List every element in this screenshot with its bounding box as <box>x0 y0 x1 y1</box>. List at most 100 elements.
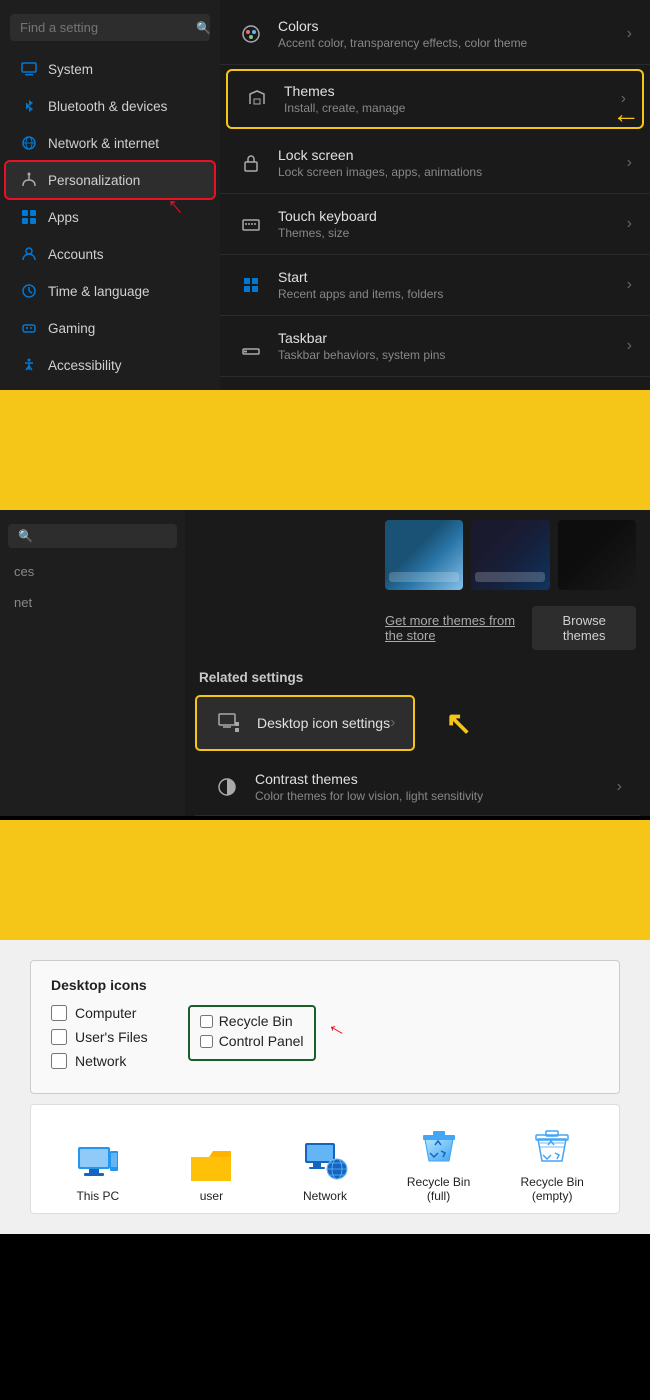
search-icon: 🔍 <box>196 21 211 35</box>
sidebar-item-label-system: System <box>48 62 93 77</box>
store-link-text[interactable]: Get more themes from the store <box>385 613 532 643</box>
sidebar-item-network[interactable]: Network & internet <box>6 125 214 161</box>
contrast-themes-title: Contrast themes <box>255 771 483 787</box>
browse-themes-button[interactable]: Browse themes <box>532 606 636 650</box>
settings-item-lockscreen[interactable]: Lock screen Lock screen images, apps, an… <box>220 133 650 194</box>
icon-recycle-full: Recycle Bin(full) <box>399 1125 479 1203</box>
sidebar-item-accessibility[interactable]: Accessibility <box>6 347 214 383</box>
time-icon <box>20 282 38 300</box>
apps-icon <box>20 208 38 226</box>
touchkb-icon <box>238 211 264 237</box>
recycle-group-wrapper: Recycle Bin Control Panel → <box>178 1005 346 1061</box>
sidebar-item-label-accounts: Accounts <box>48 247 104 262</box>
settings-item-lockscreen-text: Lock screen Lock screen images, apps, an… <box>278 147 627 179</box>
start-title: Start <box>278 269 627 285</box>
touchkb-desc: Themes, size <box>278 226 627 240</box>
icon-this-pc-label: This PC <box>76 1189 119 1203</box>
sidebar-item-label-bluetooth: Bluetooth & devices <box>48 99 167 114</box>
checkbox-recycle-bin-input[interactable] <box>200 1015 213 1028</box>
settings-item-fonts[interactable]: Aa Fonts › <box>220 377 650 390</box>
icon-preview-row: This PC user <box>30 1104 620 1214</box>
taskbar-title: Taskbar <box>278 330 627 346</box>
yellow-divider-2 <box>0 820 650 940</box>
start-icon <box>238 272 264 298</box>
checkbox-user-files-input[interactable] <box>51 1029 67 1045</box>
sidebar-item-label-time: Time & language <box>48 284 150 299</box>
contrast-icon <box>213 773 241 801</box>
colors-desc: Accent color, transparency effects, colo… <box>278 36 627 50</box>
lockscreen-icon <box>238 150 264 176</box>
checkbox-computer-input[interactable] <box>51 1005 67 1021</box>
settings-item-start[interactable]: Start Recent apps and items, folders › <box>220 255 650 316</box>
checkbox-recycle-bin[interactable]: Recycle Bin <box>200 1013 304 1029</box>
sidebar-item-label-apps: Apps <box>48 210 79 225</box>
desktop-icons-dialog: Desktop icons Computer User's Files Netw… <box>30 960 620 1094</box>
yellow-arrow-desktop-icon: ↖ <box>445 704 472 742</box>
sidebar-item-system[interactable]: System <box>6 51 214 87</box>
sidebar-item-gaming[interactable]: Gaming <box>6 310 214 346</box>
theme-thumbnail-1[interactable] <box>385 520 463 590</box>
icon-recycle-empty: Recycle Bin(empty) <box>512 1125 592 1203</box>
store-link-row: Get more themes from the store Browse th… <box>185 600 650 660</box>
desktop-icons-title: Desktop icons <box>51 977 599 993</box>
sidebar-item-label-gaming: Gaming <box>48 321 95 336</box>
partial-search[interactable]: 🔍 <box>8 524 177 548</box>
search-input[interactable] <box>20 20 196 35</box>
sidebar-item-privacy[interactable]: Privacy & security <box>6 384 214 390</box>
checkbox-control-panel-input[interactable] <box>200 1035 213 1048</box>
checkbox-network-input[interactable] <box>51 1053 67 1069</box>
settings-item-start-text: Start Recent apps and items, folders <box>278 269 627 301</box>
accessibility-icon <box>20 356 38 374</box>
checkbox-user-files[interactable]: User's Files <box>51 1029 148 1045</box>
settings-item-colors[interactable]: Colors Accent color, transparency effect… <box>220 4 650 65</box>
contrast-themes-item[interactable]: Contrast themes Color themes for low vis… <box>195 759 640 816</box>
theme-thumbnail-2[interactable] <box>471 520 549 590</box>
search-bar[interactable]: 🔍 <box>10 14 210 41</box>
sidebar-partial: 🔍 ces net <box>0 510 185 816</box>
settings-item-themes[interactable]: Themes Install, create, manage › <box>226 69 644 129</box>
checkbox-network[interactable]: Network <box>51 1053 148 1069</box>
settings-item-touchkb[interactable]: Touch keyboard Themes, size › <box>220 194 650 255</box>
lockscreen-desc: Lock screen images, apps, animations <box>278 165 627 179</box>
icon-recycle-full-label: Recycle Bin(full) <box>407 1175 470 1203</box>
personalization-icon <box>20 171 38 189</box>
settings-item-touchkb-text: Touch keyboard Themes, size <box>278 208 627 240</box>
chevron-taskbar-icon: › <box>627 337 632 355</box>
icon-network: Network <box>285 1139 365 1203</box>
chevron-lockscreen-icon: › <box>627 154 632 172</box>
themes-icon <box>244 86 270 112</box>
sidebar-item-personalization[interactable]: Personalization <box>6 162 214 198</box>
desktop-icon-settings-item[interactable]: Desktop icon settings › <box>195 695 415 751</box>
settings-item-taskbar[interactable]: Taskbar Taskbar behaviors, system pins › <box>220 316 650 377</box>
chevron-start-icon: › <box>627 276 632 294</box>
left-checkboxes: Computer User's Files Network <box>51 1005 148 1077</box>
bluetooth-icon <box>20 97 38 115</box>
checkbox-control-panel[interactable]: Control Panel <box>200 1033 304 1049</box>
icon-network-label: Network <box>303 1189 347 1203</box>
sidebar-item-time[interactable]: Time & language <box>6 273 214 309</box>
theme-thumbnail-3[interactable] <box>558 520 636 590</box>
desktop-icons-section: Desktop icons Computer User's Files Netw… <box>0 940 650 1234</box>
colors-title: Colors <box>278 18 627 34</box>
checkbox-computer[interactable]: Computer <box>51 1005 148 1021</box>
contrast-themes-text: Contrast themes Color themes for low vis… <box>255 771 483 803</box>
sidebar-item-accounts[interactable]: Accounts <box>6 236 214 272</box>
gaming-icon <box>20 319 38 337</box>
checkbox-network-label: Network <box>75 1053 126 1069</box>
checkbox-computer-label: Computer <box>75 1005 136 1021</box>
sidebar-item-label-network: Network & internet <box>48 136 159 151</box>
taskbar-icon <box>238 333 264 359</box>
partial-nav-ces: ces <box>0 556 185 587</box>
icon-this-pc: This PC <box>58 1143 138 1203</box>
chevron-right-icon: › <box>627 25 632 43</box>
yellow-arrow-themes: ← <box>612 98 640 130</box>
chevron-contrast-icon: › <box>617 778 622 796</box>
themes-title: Themes <box>284 83 621 99</box>
sidebar-item-bluetooth[interactable]: Bluetooth & devices <box>6 88 214 124</box>
accounts-icon <box>20 245 38 263</box>
taskbar-desc: Taskbar behaviors, system pins <box>278 348 627 362</box>
start-desc: Recent apps and items, folders <box>278 287 627 301</box>
red-arrow-recycle: → <box>318 1016 350 1050</box>
desktop-icon-settings-title: Desktop icon settings <box>257 715 390 731</box>
yellow-divider-1 <box>0 390 650 510</box>
